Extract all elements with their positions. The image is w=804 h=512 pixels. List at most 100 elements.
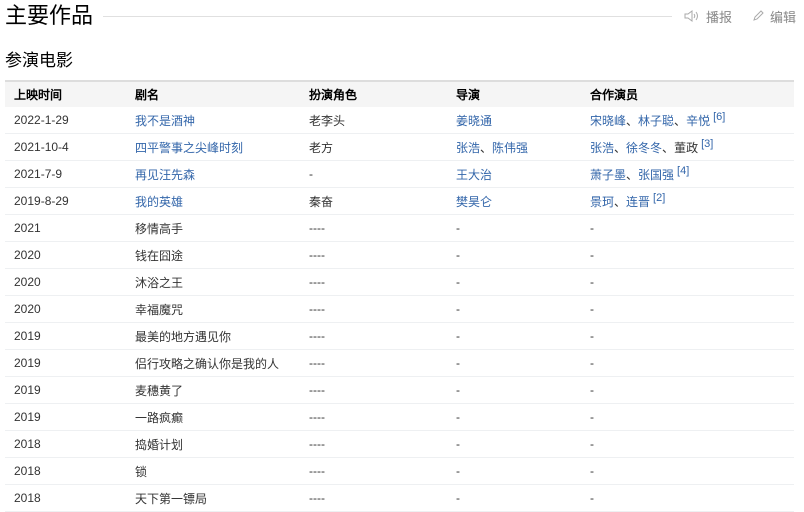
table-row: 2018 锁 ---- - -	[5, 457, 794, 485]
director-link[interactable]: 张浩	[456, 141, 480, 155]
role-cell: ----	[309, 214, 456, 242]
costar-link[interactable]: 萧子墨	[590, 168, 626, 182]
title-cell: 天下第一镖局	[135, 484, 309, 512]
reference-link[interactable]: [3]	[701, 138, 713, 150]
director: -	[456, 410, 460, 424]
date-cell: 2019	[5, 403, 135, 431]
broadcast-label: 播报	[705, 9, 732, 25]
date-cell: 2019	[5, 376, 135, 404]
costar-link[interactable]: 辛悦	[686, 114, 710, 128]
role-cell: ----	[309, 457, 456, 485]
reference-link[interactable]: [2]	[653, 192, 665, 204]
costars-cell: 萧子墨、张国强 [4]	[590, 160, 794, 188]
reference-link[interactable]: [6]	[713, 111, 725, 123]
film-title: 捣婚计划	[135, 437, 184, 452]
title-cell: 移情高手	[135, 214, 309, 242]
costars-cell: -	[590, 322, 794, 350]
date-cell: 2018	[5, 457, 135, 485]
director-cell: -	[456, 295, 590, 323]
costars-cell: 张浩、徐冬冬、董政 [3]	[590, 133, 794, 161]
director-cell: 姜晓通	[456, 107, 590, 134]
table-row: 2022-1-29 我不是酒神 老李头 姜晓通 宋晓峰、林子聪、辛悦 [6]	[5, 107, 794, 134]
costar-link[interactable]: 张国强	[638, 168, 674, 182]
date-cell: 2020	[5, 268, 135, 296]
film-title: 沐浴之王	[135, 275, 184, 290]
costar: -	[590, 302, 594, 316]
role-cell: -	[309, 160, 456, 188]
director: -	[456, 491, 460, 505]
role-cell: ----	[309, 403, 456, 431]
date-cell: 2021-10-4	[5, 133, 135, 161]
role-cell: ----	[309, 484, 456, 512]
director: -	[456, 383, 460, 397]
role-cell: ----	[309, 430, 456, 458]
costar: -	[590, 356, 594, 370]
costars-cell: -	[590, 484, 794, 512]
costar-link[interactable]: 林子聪	[638, 114, 674, 128]
costar-link[interactable]: 张浩	[590, 141, 614, 155]
page-title: 主要作品	[5, 3, 94, 28]
table-row: 2018 天下第一镖局 ---- - -	[5, 484, 794, 512]
costars-cell: 宋晓峰、林子聪、辛悦 [6]	[590, 107, 794, 134]
film-title-link[interactable]: 四平警事之尖峰时刻	[135, 141, 243, 155]
costar-link[interactable]: 宋晓峰	[590, 114, 626, 128]
film-title: 麦穗黄了	[135, 383, 184, 398]
costar: -	[590, 410, 594, 424]
film-title-link[interactable]: 我不是酒神	[135, 114, 195, 128]
film-title: 一路疯癫	[135, 410, 184, 425]
separator: 、	[674, 114, 687, 128]
director-cell: -	[456, 484, 590, 512]
reference-link[interactable]: [4]	[677, 165, 689, 177]
film-title-link[interactable]: 再见汪先森	[135, 168, 195, 182]
title-cell: 沐浴之王	[135, 268, 309, 296]
costars-cell: -	[590, 295, 794, 323]
director-link[interactable]: 樊昊仑	[456, 195, 492, 209]
table-row: 2019 侣行攻略之确认你是我的人 ---- - -	[5, 349, 794, 377]
title-cell: 捣婚计划	[135, 430, 309, 458]
section-header: 主要作品 播报 编辑	[5, 2, 804, 30]
separator: 、	[614, 195, 627, 209]
title-cell: 最美的地方遇见你	[135, 322, 309, 350]
director: -	[456, 302, 460, 316]
speaker-icon	[684, 10, 698, 22]
column-header-role: 扮演角色	[309, 88, 358, 102]
separator: 、	[626, 168, 639, 182]
title-cell: 麦穗黄了	[135, 376, 309, 404]
table-row: 2019 麦穗黄了 ---- - -	[5, 376, 794, 404]
broadcast-button[interactable]: 播报	[684, 7, 732, 26]
director-link[interactable]: 姜晓通	[456, 114, 492, 128]
director-link[interactable]: 陈伟强	[492, 141, 528, 155]
director-cell: 王大治	[456, 160, 590, 188]
edit-button[interactable]: 编辑	[752, 7, 796, 26]
table-row: 2019-8-29 我的英雄 秦奋 樊昊仑 景珂、连晋 [2]	[5, 187, 794, 215]
role-cell: ----	[309, 268, 456, 296]
costar: -	[590, 491, 594, 505]
role-cell: 老李头	[309, 107, 456, 134]
film-title: 幸福魔咒	[135, 302, 184, 317]
table-row: 2019 最美的地方遇见你 ---- - -	[5, 322, 794, 350]
separator: 、	[480, 140, 493, 155]
director: -	[456, 464, 460, 478]
director-cell: -	[456, 349, 590, 377]
costar-link[interactable]: 景珂	[590, 195, 614, 209]
title-cell: 四平警事之尖峰时刻	[135, 133, 309, 161]
film-title: 钱在囧途	[135, 248, 184, 263]
title-cell: 侣行攻略之确认你是我的人	[135, 349, 309, 377]
costar: -	[590, 275, 594, 289]
film-title: 移情高手	[135, 221, 184, 236]
role-cell: ----	[309, 295, 456, 323]
film-title: 锁	[135, 464, 148, 479]
table-row: 2021 移情高手 ---- - -	[5, 214, 794, 242]
director-link[interactable]: 王大治	[456, 168, 492, 182]
director-cell: -	[456, 241, 590, 269]
pencil-icon	[753, 10, 764, 21]
costar-link[interactable]: 连晋	[626, 195, 650, 209]
separator: 、	[614, 141, 627, 155]
costars-cell: -	[590, 349, 794, 377]
section-subtitle: 参演电影	[5, 51, 73, 70]
costars-cell: 景珂、连晋 [2]	[590, 187, 794, 215]
film-title: 侣行攻略之确认你是我的人	[135, 356, 280, 371]
film-title-link[interactable]: 我的英雄	[135, 195, 183, 209]
director: -	[456, 356, 460, 370]
costar-link[interactable]: 徐冬冬	[626, 141, 662, 155]
